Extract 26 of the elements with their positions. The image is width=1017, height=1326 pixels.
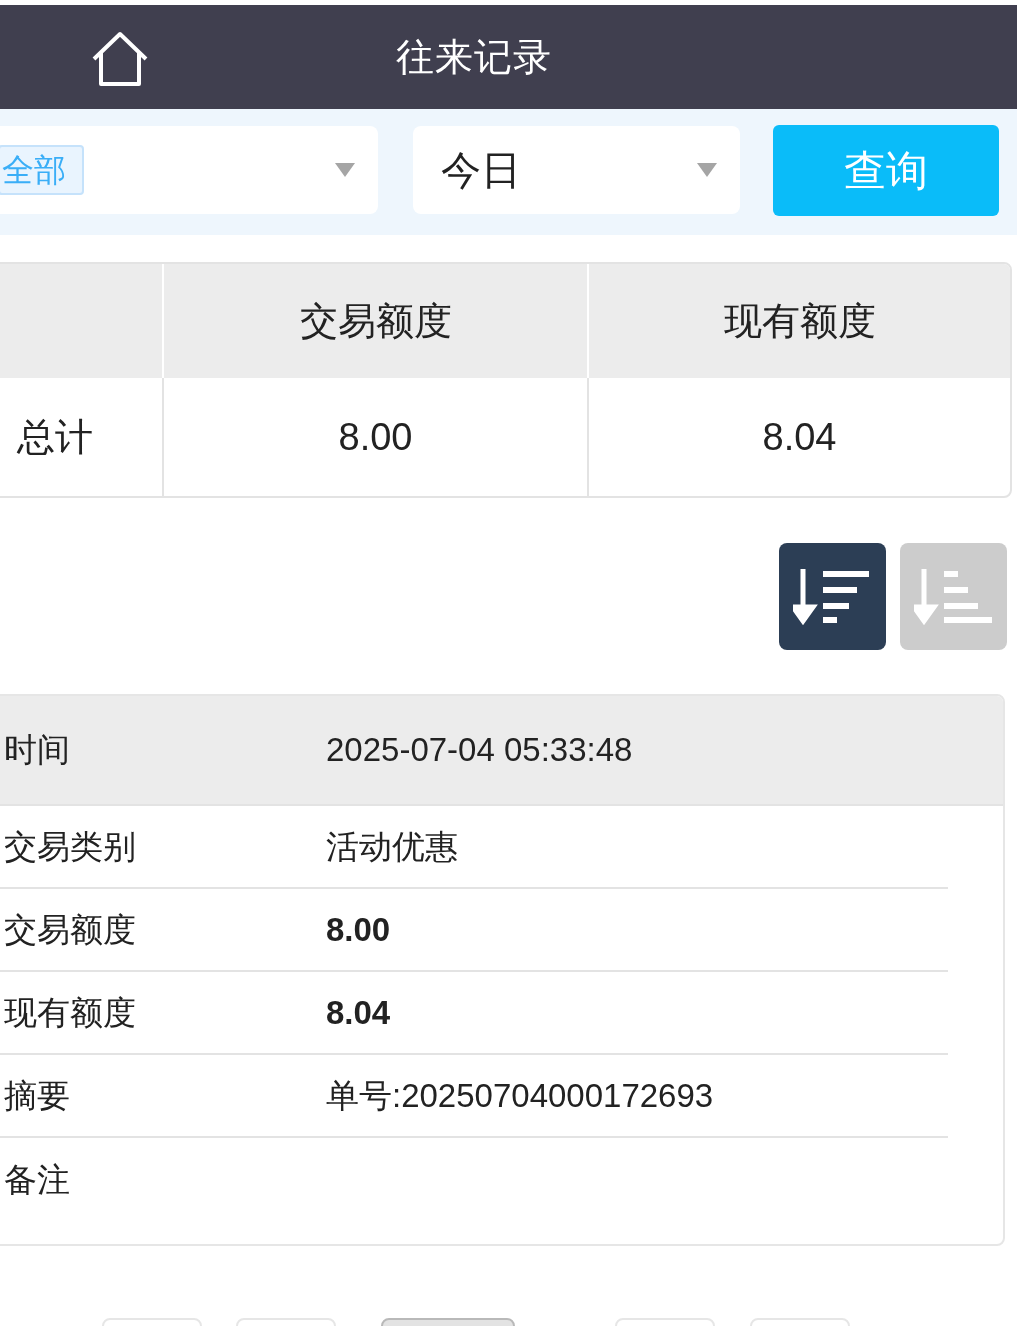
field-label: 备注: [4, 1159, 71, 1200]
dropdown-caret-icon: [334, 162, 356, 178]
sort-button[interactable]: [779, 543, 886, 650]
table-cell: 8.00: [164, 378, 589, 496]
page-title: 往来记录: [396, 34, 552, 80]
home-button[interactable]: [90, 31, 150, 87]
field-label: 交易额度: [4, 909, 137, 950]
table-cell-text: 8.04: [761, 414, 838, 460]
category-chip: 全部: [0, 145, 84, 195]
home-icon: [90, 31, 150, 87]
field-value: 8.04: [326, 992, 391, 1033]
column-header: 现有额度: [722, 298, 877, 344]
query-button[interactable]: 查询: [773, 124, 999, 216]
field-value: 单号:20250704000172693: [326, 1075, 714, 1116]
column-header: 交易额度: [164, 264, 589, 378]
dropdown-caret-icon: [696, 162, 718, 178]
category-select[interactable]: 全部: [0, 126, 378, 214]
field-label: 时间: [4, 730, 71, 771]
field-value: 活动优惠: [326, 826, 458, 867]
field-label: 摘要: [4, 1075, 71, 1116]
period-select[interactable]: 今日: [413, 126, 740, 214]
row-label: 总计: [0, 378, 164, 496]
field-label: 现有额度: [4, 992, 137, 1033]
field-value: 8.00: [326, 909, 391, 950]
field-label: 交易类别: [4, 826, 137, 867]
field-value: 2025-07-04 05:33:48: [326, 730, 633, 771]
